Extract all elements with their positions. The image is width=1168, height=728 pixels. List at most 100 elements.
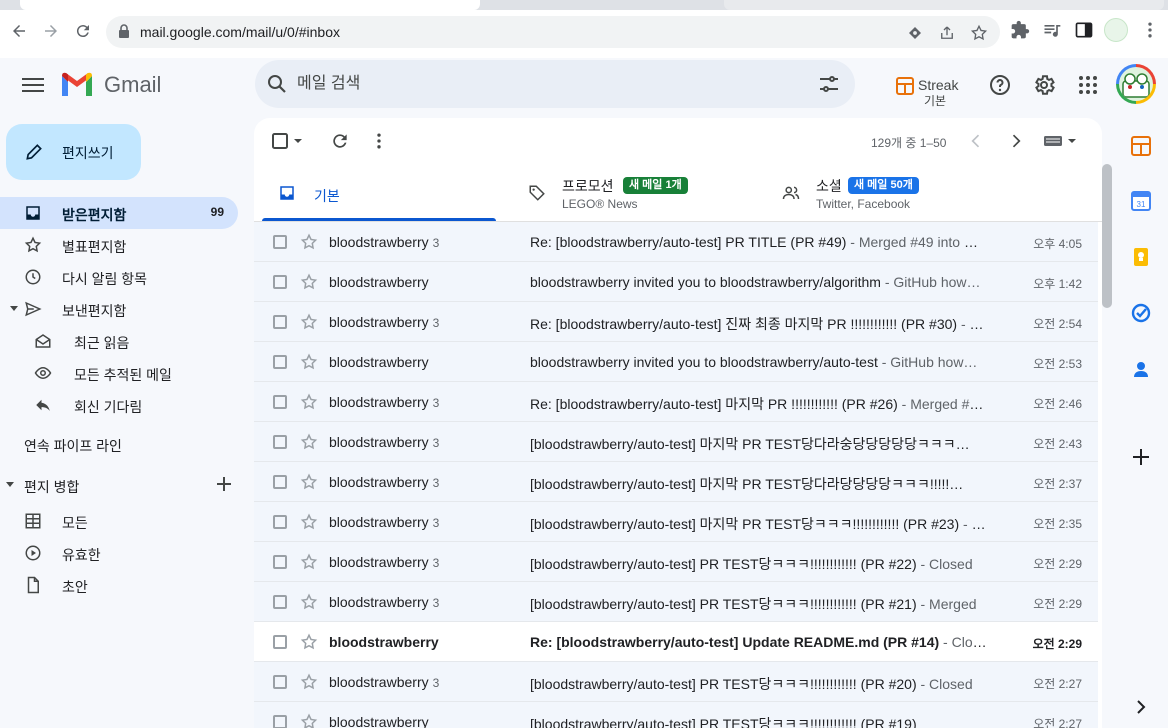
next-page-icon[interactable] [1006, 131, 1026, 151]
address-bar[interactable]: mail.google.com/mail/u/0/#inbox [106, 16, 1000, 48]
sidebar-item-snoozed[interactable]: 다시 알림 항목 [0, 261, 238, 293]
expand-caret-icon[interactable] [6, 482, 14, 487]
calendar-icon[interactable]: 31 [1130, 190, 1152, 212]
star-toggle-icon[interactable] [300, 433, 318, 451]
account-avatar[interactable] [1116, 64, 1156, 104]
star-toggle-icon[interactable] [300, 393, 318, 411]
row-checkbox[interactable] [273, 515, 287, 529]
star-toggle-icon[interactable] [300, 593, 318, 611]
search-options-icon[interactable] [817, 72, 841, 96]
sidebar-item-awaiting-reply[interactable]: 회신 기다림 [0, 389, 238, 421]
email-row[interactable]: bloodstrawberry [bloodstrawberry/auto-tes… [254, 702, 1098, 728]
email-row[interactable]: bloodstrawberry Re: [bloodstrawberry/auto… [254, 622, 1098, 662]
extensions-icon[interactable] [1010, 20, 1030, 40]
main-menu-icon[interactable] [22, 76, 44, 94]
select-dropdown-caret-icon[interactable] [292, 131, 304, 151]
sidebar-item-merge-all[interactable]: 모든 [0, 505, 238, 537]
star-toggle-icon[interactable] [300, 553, 318, 571]
previous-page-icon[interactable] [966, 131, 986, 151]
tab-social[interactable]: 소셜 새 메일 50개 Twitter, Facebook [766, 166, 1046, 222]
pipeline-section-label[interactable]: 연속 파이프 라인 [24, 436, 122, 456]
email-row[interactable]: bloodstrawberry 3 Re: [bloodstrawberry/aut… [254, 222, 1098, 262]
more-options-icon[interactable] [369, 131, 389, 151]
add-addon-icon[interactable] [1130, 446, 1152, 468]
row-checkbox[interactable] [273, 555, 287, 569]
row-checkbox[interactable] [273, 355, 287, 369]
select-all-checkbox[interactable] [270, 131, 290, 151]
tasks-icon[interactable] [1130, 302, 1152, 324]
tab-primary[interactable]: 기본 [262, 166, 512, 222]
streak-rail-icon[interactable] [1130, 135, 1152, 157]
email-row[interactable]: bloodstrawberry 3 [bloodstrawberry/auto-te… [254, 542, 1098, 582]
row-checkbox[interactable] [273, 475, 287, 489]
bookmark-star-icon[interactable] [970, 24, 988, 42]
row-checkbox[interactable] [273, 635, 287, 649]
browser-tab[interactable] [20, 0, 480, 10]
row-checkbox[interactable] [273, 395, 287, 409]
star-toggle-icon[interactable] [300, 673, 318, 691]
search-icon[interactable] [265, 72, 289, 96]
sidebar-item-sent[interactable]: 보낸편지함 [0, 293, 238, 325]
streak-button[interactable]: Streak 기본 [894, 76, 984, 108]
row-checkbox[interactable] [273, 675, 287, 689]
email-row[interactable]: bloodstrawberry 3 [bloodstrawberry/auto-te… [254, 662, 1098, 702]
keyboard-input-icon[interactable] [1042, 131, 1078, 151]
keep-icon[interactable] [1130, 246, 1152, 268]
star-toggle-icon[interactable] [300, 713, 318, 728]
row-checkbox[interactable] [273, 315, 287, 329]
refresh-icon[interactable] [330, 131, 350, 151]
sidebar-section-mail-merge[interactable]: 편지 병합 [0, 469, 238, 501]
email-row[interactable]: bloodstrawberry 3 Re: [bloodstrawberry/aut… [254, 302, 1098, 342]
row-checkbox[interactable] [273, 235, 287, 249]
sidebar-item-all-tracked[interactable]: 모든 추적된 메일 [0, 357, 238, 389]
browser-menu-icon[interactable] [1140, 20, 1160, 40]
compose-button[interactable]: 편지쓰기 [6, 124, 141, 180]
lock-icon[interactable] [118, 24, 130, 38]
star-toggle-icon[interactable] [300, 313, 318, 331]
add-icon[interactable] [214, 474, 234, 494]
sidebar-item-recently-read[interactable]: 최근 읽음 [0, 325, 238, 357]
share-icon[interactable] [938, 24, 956, 42]
gmail-logo-icon[interactable] [60, 70, 94, 100]
expand-panel-icon[interactable] [1130, 696, 1152, 718]
email-row[interactable]: bloodstrawberry 3 Re: [bloodstrawberry/aut… [254, 382, 1098, 422]
install-app-icon[interactable] [906, 24, 924, 42]
row-checkbox[interactable] [273, 715, 287, 728]
browser-profile-avatar[interactable] [1104, 18, 1128, 42]
row-checkbox[interactable] [273, 595, 287, 609]
forward-icon[interactable] [40, 20, 62, 42]
help-icon[interactable] [988, 73, 1012, 97]
email-row[interactable]: bloodstrawberry bloodstrawberry invited y… [254, 342, 1098, 382]
star-toggle-icon[interactable] [300, 473, 318, 491]
star-toggle-icon[interactable] [300, 353, 318, 371]
email-row[interactable]: bloodstrawberry 3 [bloodstrawberry/auto-te… [254, 422, 1098, 462]
star-toggle-icon[interactable] [300, 233, 318, 251]
star-toggle-icon[interactable] [300, 513, 318, 531]
contacts-icon[interactable] [1130, 358, 1152, 380]
scrollbar-thumb[interactable] [1102, 164, 1112, 308]
row-checkbox[interactable] [273, 435, 287, 449]
settings-gear-icon[interactable] [1032, 73, 1056, 97]
star-toggle-icon[interactable] [300, 633, 318, 651]
browser-tab-inactive[interactable] [724, 0, 1164, 10]
email-row[interactable]: bloodstrawberry 3 [bloodstrawberry/auto-te… [254, 462, 1098, 502]
apps-grid-icon[interactable] [1076, 73, 1100, 97]
email-row[interactable]: bloodstrawberry bloodstrawberry invited y… [254, 262, 1098, 302]
sidebar-item-inbox[interactable]: 받은편지함 99 [0, 197, 238, 229]
back-icon[interactable] [8, 20, 30, 42]
email-row[interactable]: bloodstrawberry 3 [bloodstrawberry/auto-te… [254, 582, 1098, 622]
row-checkbox[interactable] [273, 275, 287, 289]
star-toggle-icon[interactable] [300, 273, 318, 291]
search-bar[interactable] [255, 60, 855, 108]
sidebar-item-merge-drafts[interactable]: 초안 [0, 569, 238, 601]
app-name[interactable]: Gmail [104, 72, 161, 98]
sidebar-item-merge-active[interactable]: 유효한 [0, 537, 238, 569]
search-input[interactable] [297, 72, 797, 96]
tab-promotions[interactable]: 프로모션 새 메일 1개 LEGO® News [512, 166, 766, 222]
side-panel-icon[interactable] [1074, 20, 1094, 40]
expand-caret-icon[interactable] [10, 306, 18, 311]
email-row[interactable]: bloodstrawberry 3 [bloodstrawberry/auto-te… [254, 502, 1098, 542]
media-controls-icon[interactable] [1042, 20, 1062, 40]
sidebar-item-starred[interactable]: 별표편지함 [0, 229, 238, 261]
reload-icon[interactable] [72, 20, 94, 42]
